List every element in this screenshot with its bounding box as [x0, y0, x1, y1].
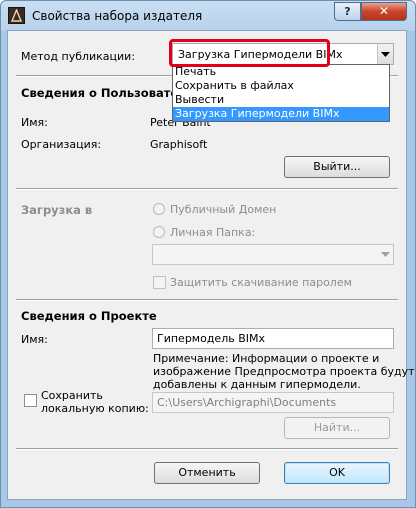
protect-password-checkbox[interactable]	[153, 276, 166, 289]
help-button[interactable]: ?	[334, 2, 361, 21]
user-section-title: Сведения о Пользователе	[21, 86, 195, 100]
divider	[16, 188, 398, 190]
find-button[interactable]: Найти...	[284, 417, 390, 439]
option-output[interactable]: Вывести	[173, 93, 389, 107]
app-icon	[8, 7, 25, 24]
save-local-copy-label-1: Сохранить	[41, 389, 103, 402]
public-domain-radio[interactable]	[153, 203, 165, 215]
divider	[16, 448, 398, 450]
local-path-input[interactable]: C:\Users\Archigraphi\Documents	[152, 392, 394, 413]
option-save-files[interactable]: Сохранить в файлах	[173, 79, 389, 93]
project-note-line-1: Примечание: Информации о проекте и	[153, 352, 380, 365]
user-name-label: Имя:	[21, 116, 48, 129]
option-print[interactable]: Печать	[173, 65, 389, 79]
divider	[16, 299, 398, 301]
chevron-down-icon	[377, 245, 393, 264]
ok-button[interactable]: OK	[284, 462, 390, 484]
project-note-line-3: добавлены к данным гипермодели.	[153, 378, 361, 391]
project-note-line-2: изображение Предпросмотра проекта будут	[153, 365, 415, 378]
title-bar[interactable]: Свойства набора издателя ? ✕	[1, 1, 415, 31]
project-section-title: Сведения о Проекте	[21, 309, 157, 323]
window-title: Свойства набора издателя	[32, 9, 203, 23]
publish-method-label: Метод публикации:	[21, 50, 136, 63]
organization-label: Организация:	[21, 138, 102, 151]
logout-button[interactable]: Выйти...	[284, 156, 390, 178]
protect-password-label: Защитить скачивание паролем	[170, 276, 352, 289]
highlight-box	[169, 39, 330, 67]
project-name-label: Имя:	[21, 333, 48, 346]
project-name-input[interactable]: Гипермодель BIMx	[152, 328, 394, 349]
organization-value: Graphisoft	[150, 138, 208, 151]
cancel-button[interactable]: Отменить	[154, 462, 260, 484]
upload-label: Загрузка в	[21, 203, 93, 217]
save-local-copy-checkbox[interactable]	[24, 394, 37, 407]
personal-folder-label: Личная Папка:	[170, 226, 256, 239]
personal-folder-radio[interactable]	[153, 226, 165, 238]
save-local-copy-label-2: локальную копию:	[41, 402, 149, 415]
publish-method-dropdown: Печать Сохранить в файлах Вывести Загруз…	[172, 64, 390, 122]
personal-folder-select[interactable]	[152, 244, 394, 265]
option-bimx-upload[interactable]: Загрузка Гипермодели BIMx	[173, 107, 389, 121]
close-button[interactable]: ✕	[361, 2, 407, 21]
chevron-down-icon[interactable]	[377, 44, 393, 64]
public-domain-label: Публичный Домен	[170, 203, 277, 216]
